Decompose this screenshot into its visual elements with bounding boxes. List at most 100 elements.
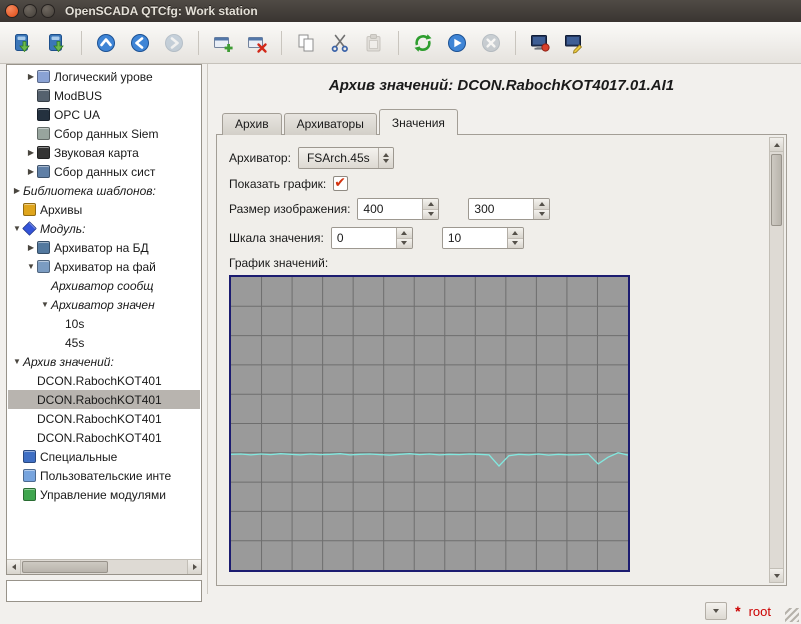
collapse-arrow-icon[interactable]: ▼ (39, 300, 51, 309)
remote-stations-button[interactable] (525, 28, 555, 58)
tree-item[interactable]: Управление модулями (8, 485, 200, 504)
combo-arrows[interactable] (378, 148, 393, 168)
expand-arrow-icon[interactable]: ▶ (11, 186, 23, 195)
tree-item[interactable]: Специальные (8, 447, 200, 466)
horizontal-scroll-thumb[interactable] (22, 561, 108, 573)
tree-item[interactable]: Архивы (8, 200, 200, 219)
tree-item[interactable]: ▼Модуль: (8, 219, 200, 238)
go-back-button[interactable] (125, 28, 155, 58)
toolbar-separator (398, 31, 399, 55)
tree-item-label: Управление модулями (40, 488, 166, 502)
tree-item[interactable]: DCON.RabochKOT401 (8, 371, 200, 390)
spin-up-button[interactable] (534, 199, 549, 210)
go-up-button[interactable] (91, 28, 121, 58)
remote-station-icon (529, 32, 551, 54)
load-from-db-button[interactable] (8, 28, 38, 58)
values-vertical-scrollbar[interactable] (769, 137, 784, 583)
tree-item[interactable]: 10s (8, 314, 200, 333)
maximize-button[interactable] (41, 4, 55, 18)
tab-archivators[interactable]: Архиваторы (284, 113, 377, 135)
image-width-spinbox[interactable]: 400 (357, 198, 439, 220)
spin-down-button[interactable] (423, 210, 438, 220)
start-updating-button[interactable] (442, 28, 472, 58)
toolbar-separator (81, 31, 82, 55)
collapse-arrow-icon[interactable]: ▼ (25, 262, 37, 271)
spin-down-button[interactable] (508, 239, 523, 249)
spin-down-button[interactable] (397, 239, 412, 249)
save-to-db-button[interactable] (42, 28, 72, 58)
modbus-icon (37, 89, 50, 102)
user-interfaces-icon (23, 469, 36, 482)
refresh-button[interactable] (408, 28, 438, 58)
spin-up-button[interactable] (423, 199, 438, 210)
close-button[interactable] (5, 4, 19, 18)
collapse-arrow-icon[interactable]: ▼ (11, 357, 23, 366)
paste-item-button[interactable] (359, 28, 389, 58)
tree-item[interactable]: ▶Звуковая карта (8, 143, 200, 162)
tree-item[interactable]: ▶Логический урове (8, 67, 200, 86)
spin-up-button[interactable] (397, 228, 412, 239)
tab-values[interactable]: Значения (379, 109, 458, 135)
image-width-value: 400 (358, 199, 422, 219)
tree-item[interactable]: DCON.RabochKOT401 (8, 409, 200, 428)
triangle-left-icon (12, 564, 16, 570)
cut-item-button[interactable] (325, 28, 355, 58)
value-scale-row: Шкала значения: 0 10 (229, 227, 758, 249)
expand-arrow-icon[interactable]: ▶ (25, 167, 37, 176)
window-resize-grip[interactable] (785, 608, 799, 622)
tree-item[interactable]: ▶ Сбор данных сист (8, 162, 200, 181)
scroll-right-button[interactable] (187, 560, 201, 574)
image-height-spinbox[interactable]: 300 (468, 198, 550, 220)
vertical-scroll-thumb[interactable] (771, 154, 782, 226)
tree-item[interactable]: Пользовательские инте (8, 466, 200, 485)
show-graph-checkbox[interactable] (333, 176, 348, 191)
go-forward-button[interactable] (159, 28, 189, 58)
tree-item[interactable]: ▶Библиотека шаблонов: (8, 181, 200, 200)
triangle-up-icon (539, 202, 545, 206)
tree-item-label: Библиотека шаблонов: (23, 184, 156, 198)
spin-up-button[interactable] (508, 228, 523, 239)
tree-item[interactable]: OPC UA (8, 105, 200, 124)
tree-item-label: Архиватор на фай (54, 260, 156, 274)
archives-icon (23, 203, 36, 216)
tree-item[interactable]: ▼Архиватор значен (8, 295, 200, 314)
tree-item[interactable]: Сбор данных Siem (8, 124, 200, 143)
show-graph-label: Показать график: (229, 177, 326, 191)
scale-to-spinbox[interactable]: 10 (442, 227, 524, 249)
tree-item[interactable]: DCON.RabochKOT401 (8, 390, 200, 409)
tab-archive[interactable]: Архив (222, 113, 282, 135)
tree-item-label: Архиватор сообщ (51, 279, 153, 293)
tree-item-label: Сбор данных сист (54, 165, 155, 179)
stop-updating-button[interactable] (476, 28, 506, 58)
statusbar: * root (0, 598, 801, 624)
archiver-combobox[interactable]: FSArch.45s (298, 147, 394, 169)
item-delete-button[interactable] (242, 28, 272, 58)
tree-item[interactable]: ▼Архив значений: (8, 352, 200, 371)
copy-item-button[interactable] (291, 28, 321, 58)
item-add-button[interactable] (208, 28, 238, 58)
tree-item[interactable]: Архиватор сообщ (8, 276, 200, 295)
left-pane: ▶Логический уровеModBUSOPC UA Сбор данных… (6, 64, 202, 602)
triangle-up-icon (401, 231, 407, 235)
tree-item[interactable]: ▼ Архиватор на фай (8, 257, 200, 276)
minimize-button[interactable] (23, 4, 37, 18)
station-edit-button[interactable] (559, 28, 589, 58)
tree-item-label: Сбор данных Siem (54, 127, 158, 141)
tree-item[interactable]: 45s (8, 333, 200, 352)
scroll-left-button[interactable] (7, 560, 21, 574)
tree-item[interactable]: ▶Архиватор на БД (8, 238, 200, 257)
paste-icon (363, 32, 385, 54)
scroll-up-button[interactable] (770, 138, 783, 152)
graph-label-row: График значений: (229, 256, 758, 270)
expand-arrow-icon[interactable]: ▶ (25, 72, 37, 81)
archiver-value: FSArch.45s (299, 148, 378, 168)
spin-down-button[interactable] (534, 210, 549, 220)
expand-arrow-icon[interactable]: ▶ (25, 243, 37, 252)
status-combo-button[interactable] (705, 602, 727, 620)
scale-from-spinbox[interactable]: 0 (331, 227, 413, 249)
tree-horizontal-scrollbar[interactable] (7, 559, 201, 574)
tree-item[interactable]: DCON.RabochKOT401 (8, 428, 200, 447)
scroll-down-button[interactable] (770, 568, 783, 582)
expand-arrow-icon[interactable]: ▶ (25, 148, 37, 157)
tree-item[interactable]: ModBUS (8, 86, 200, 105)
